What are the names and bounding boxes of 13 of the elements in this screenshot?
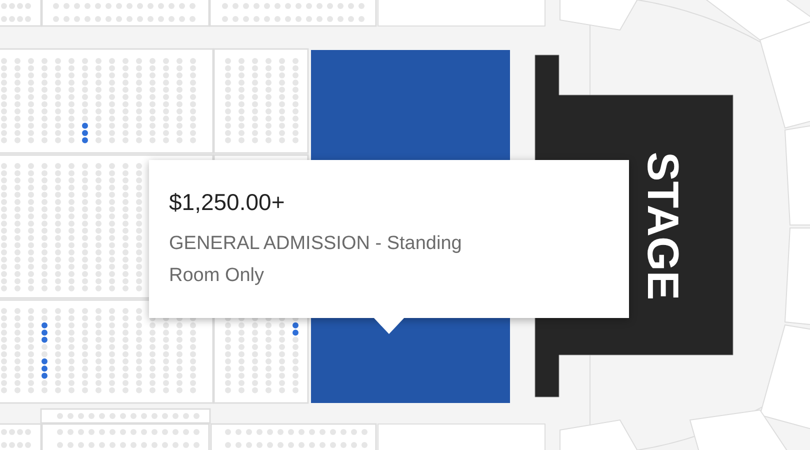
seat-section[interactable]: [378, 0, 546, 26]
seat-section[interactable]: [213, 48, 309, 154]
stage-label: STAGE: [638, 152, 687, 300]
seat-section[interactable]: [0, 299, 214, 404]
seat-section[interactable]: [378, 424, 546, 450]
price-text: $1,250.00+: [169, 188, 286, 217]
section-description: GENERAL ADMISSION - Standing Room Only: [169, 232, 463, 288]
seat-section[interactable]: [209, 0, 377, 27]
seat-section[interactable]: [0, 48, 214, 154]
seat-section[interactable]: [40, 408, 211, 424]
seat-section[interactable]: [0, 423, 42, 450]
seat-section[interactable]: [210, 423, 377, 450]
seat-section[interactable]: [0, 0, 42, 27]
